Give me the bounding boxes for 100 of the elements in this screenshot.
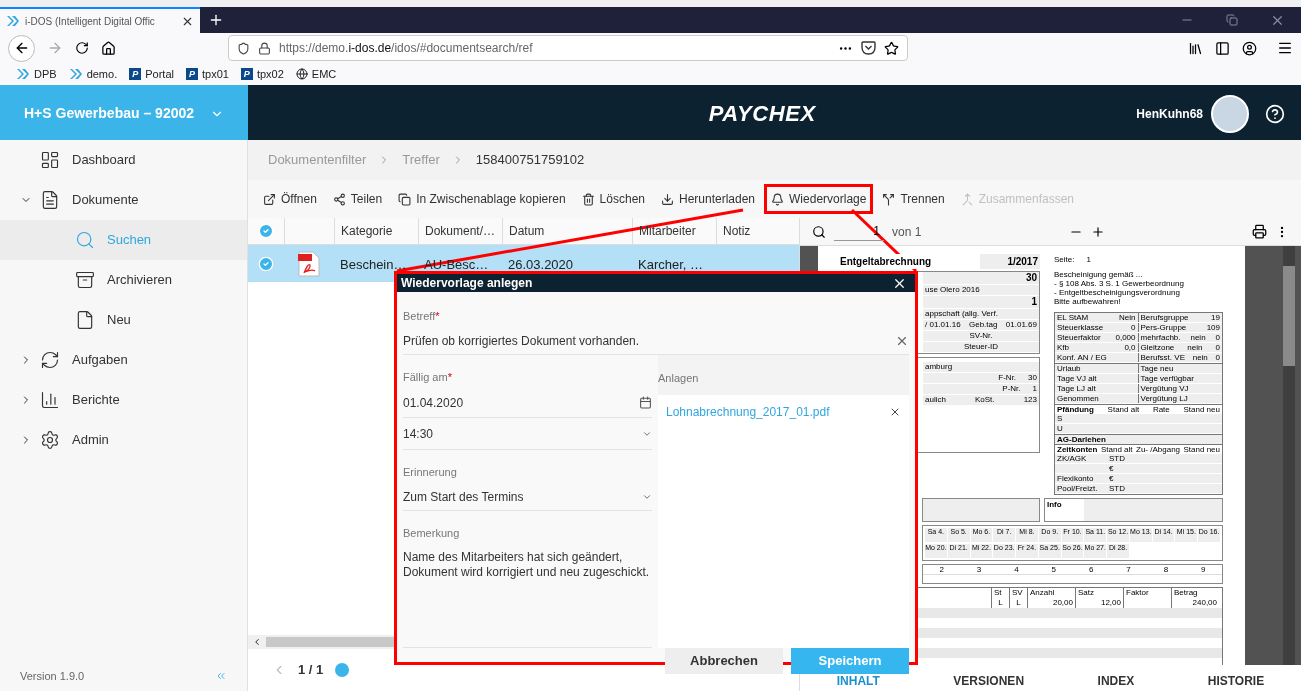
toolbar-button[interactable]: Öffnen [256,184,324,214]
settings-icon [40,430,60,450]
document-text: 4 [997,565,1036,575]
bookmark-label: tpx01 [201,66,229,82]
new-tab-icon[interactable] [208,12,224,28]
address-bar[interactable]: https://demo.i-dos.de/idos/#documentsearch/ref [228,35,908,61]
document-text: 19 [1211,313,1220,322]
viewer-tab[interactable]: INHALT [836,674,880,688]
menu-icon[interactable] [1277,40,1293,56]
document-text: Vergütung LJ [1140,394,1188,403]
avatar[interactable] [1211,94,1249,133]
document-text: STD [1109,484,1125,493]
document-text: 123 [1023,395,1037,405]
document-text: Tage verfügbar [1140,374,1194,383]
nav-item[interactable]: Admin [0,420,247,460]
restore-icon[interactable] [1226,14,1238,26]
dashboard-icon [40,150,60,170]
document-text: Rate [1152,405,1170,414]
sidebar-icon[interactable] [1215,40,1230,56]
document-text: 9 [1184,565,1222,575]
field-label: Erinnerung [403,466,457,478]
column-header[interactable]: Kategorie [341,222,393,240]
bookmark[interactable]: EMC [295,65,337,83]
reminder-dropdown[interactable]: Zum Start des Termins [403,483,652,511]
scroll-left-icon[interactable] [252,637,262,647]
note-field[interactable]: Name des Mitarbeiters hat sich geändert, Dokument wird korrigiert und neu zugeschickt. [403,544,652,648]
viewer-tab[interactable]: HISTORIE [1207,674,1265,688]
calendar-icon[interactable] [639,396,652,409]
document-text: 30 [1028,373,1037,383]
document-text: Tage VJ alt [1057,374,1097,383]
toolbar-button[interactable]: In Zwischenablage kopieren [391,184,573,214]
toolbar-button[interactable]: Herunterladen [654,184,763,214]
toolbar-button[interactable]: Wiedervorlage [764,184,874,214]
bookmark[interactable]: P Portal [129,65,174,83]
reload-icon[interactable] [75,41,89,55]
document-text: Berufsgruppe [1140,313,1189,322]
bookmark[interactable]: DPB [16,65,57,83]
document-text: 0,000 [1115,333,1136,342]
document-text: Seite: [1054,254,1075,266]
brand-logo: PAYCHEX [708,100,816,128]
split-icon [882,192,896,206]
nav-item[interactable]: Neu [0,300,247,340]
portal-logo-icon: P [185,68,198,80]
checked-circle-icon[interactable] [258,223,274,239]
document-text: mehrfachb. [1140,333,1181,342]
viewer-tab[interactable]: VERSIONEN [953,674,1025,688]
time-dropdown[interactable]: 14:30 [403,418,652,450]
account-icon[interactable] [1242,40,1257,56]
column-header[interactable]: Mitarbeiter [639,222,696,240]
home-icon[interactable] [101,40,116,56]
version-text: Version 1.9.0 [20,668,85,684]
back-button[interactable] [8,34,35,62]
nav-item[interactable]: Dashboard [0,140,247,180]
remove-icon[interactable] [889,406,901,418]
copy-icon [398,192,412,206]
cancel-button[interactable]: Abbrechen [665,648,783,674]
nav-item[interactable]: Berichte [0,380,247,420]
column-header[interactable]: Notiz [723,222,751,240]
document-text: 1 [1086,254,1091,266]
scrollbar-thumb[interactable] [1283,266,1295,366]
archive-icon [75,270,95,290]
bookmark[interactable]: P tpx01 [185,65,229,83]
toolbar-button[interactable]: Löschen [574,184,652,214]
viewer-tab[interactable]: INDEX [1097,674,1135,688]
nav-item[interactable]: Dokumente [0,180,247,220]
column-header[interactable]: Dokument/… [425,222,496,240]
column-header[interactable]: Datum [509,222,545,240]
document-text: 5 [1035,565,1073,575]
bookmark[interactable]: demo. [68,65,118,83]
document-text: Satz [1075,588,1123,598]
user-name[interactable]: HenKuhn68 [1136,104,1203,123]
browser-tab[interactable]: i-DOS (Intelligent Digital Offic [0,7,200,33]
document-text: Nein [1119,313,1136,322]
library-icon[interactable] [1188,40,1203,56]
pdf-file-icon [298,250,320,277]
pocket-icon[interactable] [861,41,876,55]
document-text: 0 [1131,323,1136,332]
print-icon[interactable] [1252,224,1267,239]
bookmark-label: demo. [86,66,118,82]
document-text: Konf. AN / EG [1057,353,1107,362]
trash-icon [581,192,595,206]
bookmark[interactable]: P tpx02 [240,65,284,83]
nav-item[interactable]: Aufgaben [0,340,247,380]
help-icon[interactable] [1265,103,1285,124]
toolbar-button[interactable]: Teilen [325,184,390,214]
document-text: U [1057,424,1063,433]
document-text: nein [1187,343,1203,352]
bookmark-label: DPB [34,66,57,82]
zoom-in-icon[interactable] [1090,224,1105,239]
date-field[interactable]: 01.04.2020 [403,388,652,418]
toolbar-button[interactable]: Trennen [875,184,952,214]
checked-circle-icon[interactable] [258,255,274,272]
search-icon[interactable] [812,224,826,239]
nav-item[interactable]: Archivieren [0,260,247,300]
document-text: amburg [925,362,953,372]
document-text: 3 [960,565,998,575]
star-icon[interactable] [884,40,899,56]
document-text: Stand alt [1100,445,1133,454]
slider-handle[interactable] [335,663,350,677]
document-text: - Entgeltbescheinigungsverordnung [1054,288,1181,297]
